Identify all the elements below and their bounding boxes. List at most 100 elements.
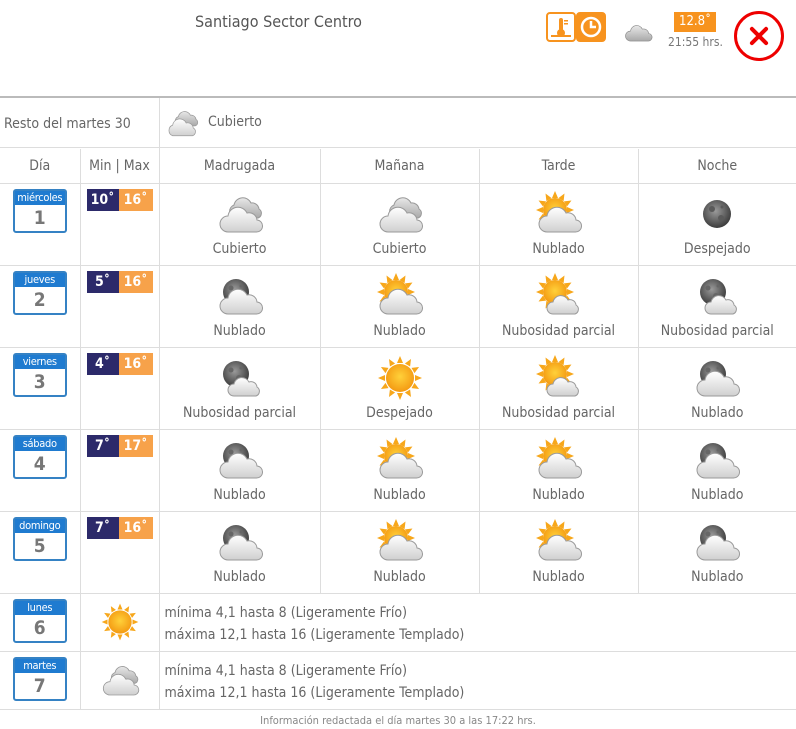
period-cell: Nubosidad parcial — [638, 265, 796, 348]
day-name: sábado — [14, 437, 65, 451]
min-temp: 5˚ — [86, 271, 119, 293]
day-name: jueves — [14, 273, 65, 287]
header-noche: Noche — [638, 149, 796, 184]
thermometer-icon[interactable] — [546, 12, 576, 42]
table-row: miércoles 1 10˚ 16˚ Cubierto Cubierto Nublado D… — [0, 183, 796, 266]
day-name: miércoles — [14, 191, 65, 205]
header: Santiago Sector Centro 12.8˚ 21:55 hrs. — [0, 0, 796, 96]
day-number: 1 — [33, 207, 46, 229]
moon-cloud-icon — [691, 436, 743, 484]
sun-icon — [98, 602, 142, 642]
overcast-icon — [98, 660, 142, 700]
table-row: lunes 6 mínima 4,1 hasta 8 (Ligeramente Fr… — [0, 593, 796, 652]
period-cell: Cubierto — [320, 183, 480, 266]
sun-cloud-icon — [533, 518, 585, 566]
period-condition: Nublado — [691, 487, 744, 503]
period-cell: Nublado — [159, 511, 321, 594]
sun-cloud-icon — [374, 436, 426, 484]
minmax-cell: 4˚ 16˚ — [80, 347, 160, 430]
table-header-row: Día Min | Max Madrugada Mañana Tarde Noc… — [0, 149, 796, 184]
sun-cloud-icon — [374, 518, 426, 566]
moon-cloud-icon — [214, 436, 266, 484]
period-cell: Nubosidad parcial — [159, 347, 321, 430]
minmax-cell: 7˚ 16˚ — [80, 511, 160, 594]
header-madrugada: Madrugada — [159, 149, 321, 184]
day-name: domingo — [14, 519, 65, 533]
max-temp: 17˚ — [118, 435, 153, 457]
close-button[interactable] — [734, 11, 784, 61]
period-cell: Nublado — [479, 429, 639, 512]
day-badge[interactable]: martes 7 — [12, 657, 67, 701]
max-temp: 16˚ — [118, 271, 153, 293]
period-cell: Nublado — [479, 183, 639, 266]
period-condition: Nubosidad parcial — [501, 323, 616, 339]
sun-icon — [374, 354, 426, 402]
minmax-cell: 7˚ 17˚ — [80, 429, 160, 512]
current-time: 21:55 hrs. — [668, 35, 723, 49]
moon-cloud-icon — [214, 272, 266, 320]
period-condition: Nublado — [213, 323, 266, 339]
period-cell: Nublado — [159, 429, 321, 512]
header-tarde: Tarde — [479, 149, 639, 184]
max-temp: 16˚ — [118, 353, 153, 375]
period-condition: Nubosidad parcial — [501, 405, 616, 421]
period-cell: Nublado — [638, 347, 796, 430]
min-range-text: mínima 4,1 hasta 8 (Ligeramente Frío) — [164, 663, 407, 679]
sun-cloud-icon — [533, 190, 585, 238]
header-minmax: Min | Max — [80, 149, 160, 184]
day-badge[interactable]: domingo 5 — [12, 517, 67, 561]
forecast-table: Día Min | Max Madrugada Mañana Tarde Noc… — [0, 149, 796, 710]
table-row: jueves 2 5˚ 16˚ Nublado Nublado Nubosidad parc… — [0, 265, 796, 348]
rest-of-day-label: Resto del martes 30 — [4, 116, 131, 132]
max-temp: 16˚ — [118, 189, 153, 211]
sun-cloud-icon — [533, 436, 585, 484]
day-number: 5 — [33, 535, 46, 557]
current-temp-badge: 12.8˚ — [674, 12, 716, 32]
rest-of-day-row: Resto del martes 30 Cubierto — [0, 96, 796, 150]
day-badge[interactable]: sábado 4 — [12, 435, 67, 479]
period-cell: Nublado — [638, 429, 796, 512]
min-temp: 7˚ — [86, 435, 119, 457]
day-cell: jueves 2 — [0, 265, 81, 348]
moon-cloud-icon — [691, 354, 743, 402]
overcast-icon — [374, 190, 426, 238]
period-condition: Nublado — [213, 569, 266, 585]
overcast-icon — [164, 106, 204, 140]
footer-note: Información redactada el día martes 30 a… — [260, 714, 536, 727]
max-range-text: máxima 12,1 hasta 16 (Ligeramente Templa… — [164, 685, 465, 701]
day-number: 7 — [33, 675, 46, 697]
icon-cell — [80, 651, 160, 710]
day-name: viernes — [14, 355, 65, 369]
period-cell: Nublado — [320, 511, 480, 594]
day-number: 3 — [33, 371, 46, 393]
min-temp: 10˚ — [86, 189, 119, 211]
cloud-icon — [620, 16, 656, 46]
period-cell: Despejado — [320, 347, 480, 430]
period-cell: Nubosidad parcial — [479, 265, 639, 348]
moon-icon — [691, 190, 743, 238]
period-condition: Nublado — [373, 487, 426, 503]
sun-cloud-small-icon — [533, 272, 585, 320]
city-title: Santiago Sector Centro — [195, 12, 362, 31]
day-number: 2 — [33, 289, 46, 311]
min-temp: 7˚ — [86, 517, 119, 539]
day-badge[interactable]: lunes 6 — [12, 599, 67, 643]
sun-cloud-icon — [374, 272, 426, 320]
day-name: martes — [14, 659, 65, 673]
day-cell: lunes 6 — [0, 593, 81, 652]
period-cell: Nublado — [479, 511, 639, 594]
day-badge[interactable]: jueves 2 — [12, 271, 67, 315]
minmax-cell: 5˚ 16˚ — [80, 265, 160, 348]
day-badge[interactable]: miércoles 1 — [12, 189, 67, 233]
table-row: sábado 4 7˚ 17˚ Nublado Nublado Nublado Nublado — [0, 429, 796, 512]
max-temp: 16˚ — [118, 517, 153, 539]
day-cell: martes 7 — [0, 651, 81, 710]
period-condition: Despejado — [366, 405, 433, 421]
min-range-text: mínima 4,1 hasta 8 (Ligeramente Frío) — [164, 605, 407, 621]
max-range-text: máxima 12,1 hasta 16 (Ligeramente Templa… — [164, 627, 465, 643]
period-cell: Nubosidad parcial — [479, 347, 639, 430]
header-manana: Mañana — [320, 149, 480, 184]
day-badge[interactable]: viernes 3 — [12, 353, 67, 397]
clock-icon[interactable] — [576, 12, 606, 42]
period-condition: Cubierto — [212, 241, 267, 257]
